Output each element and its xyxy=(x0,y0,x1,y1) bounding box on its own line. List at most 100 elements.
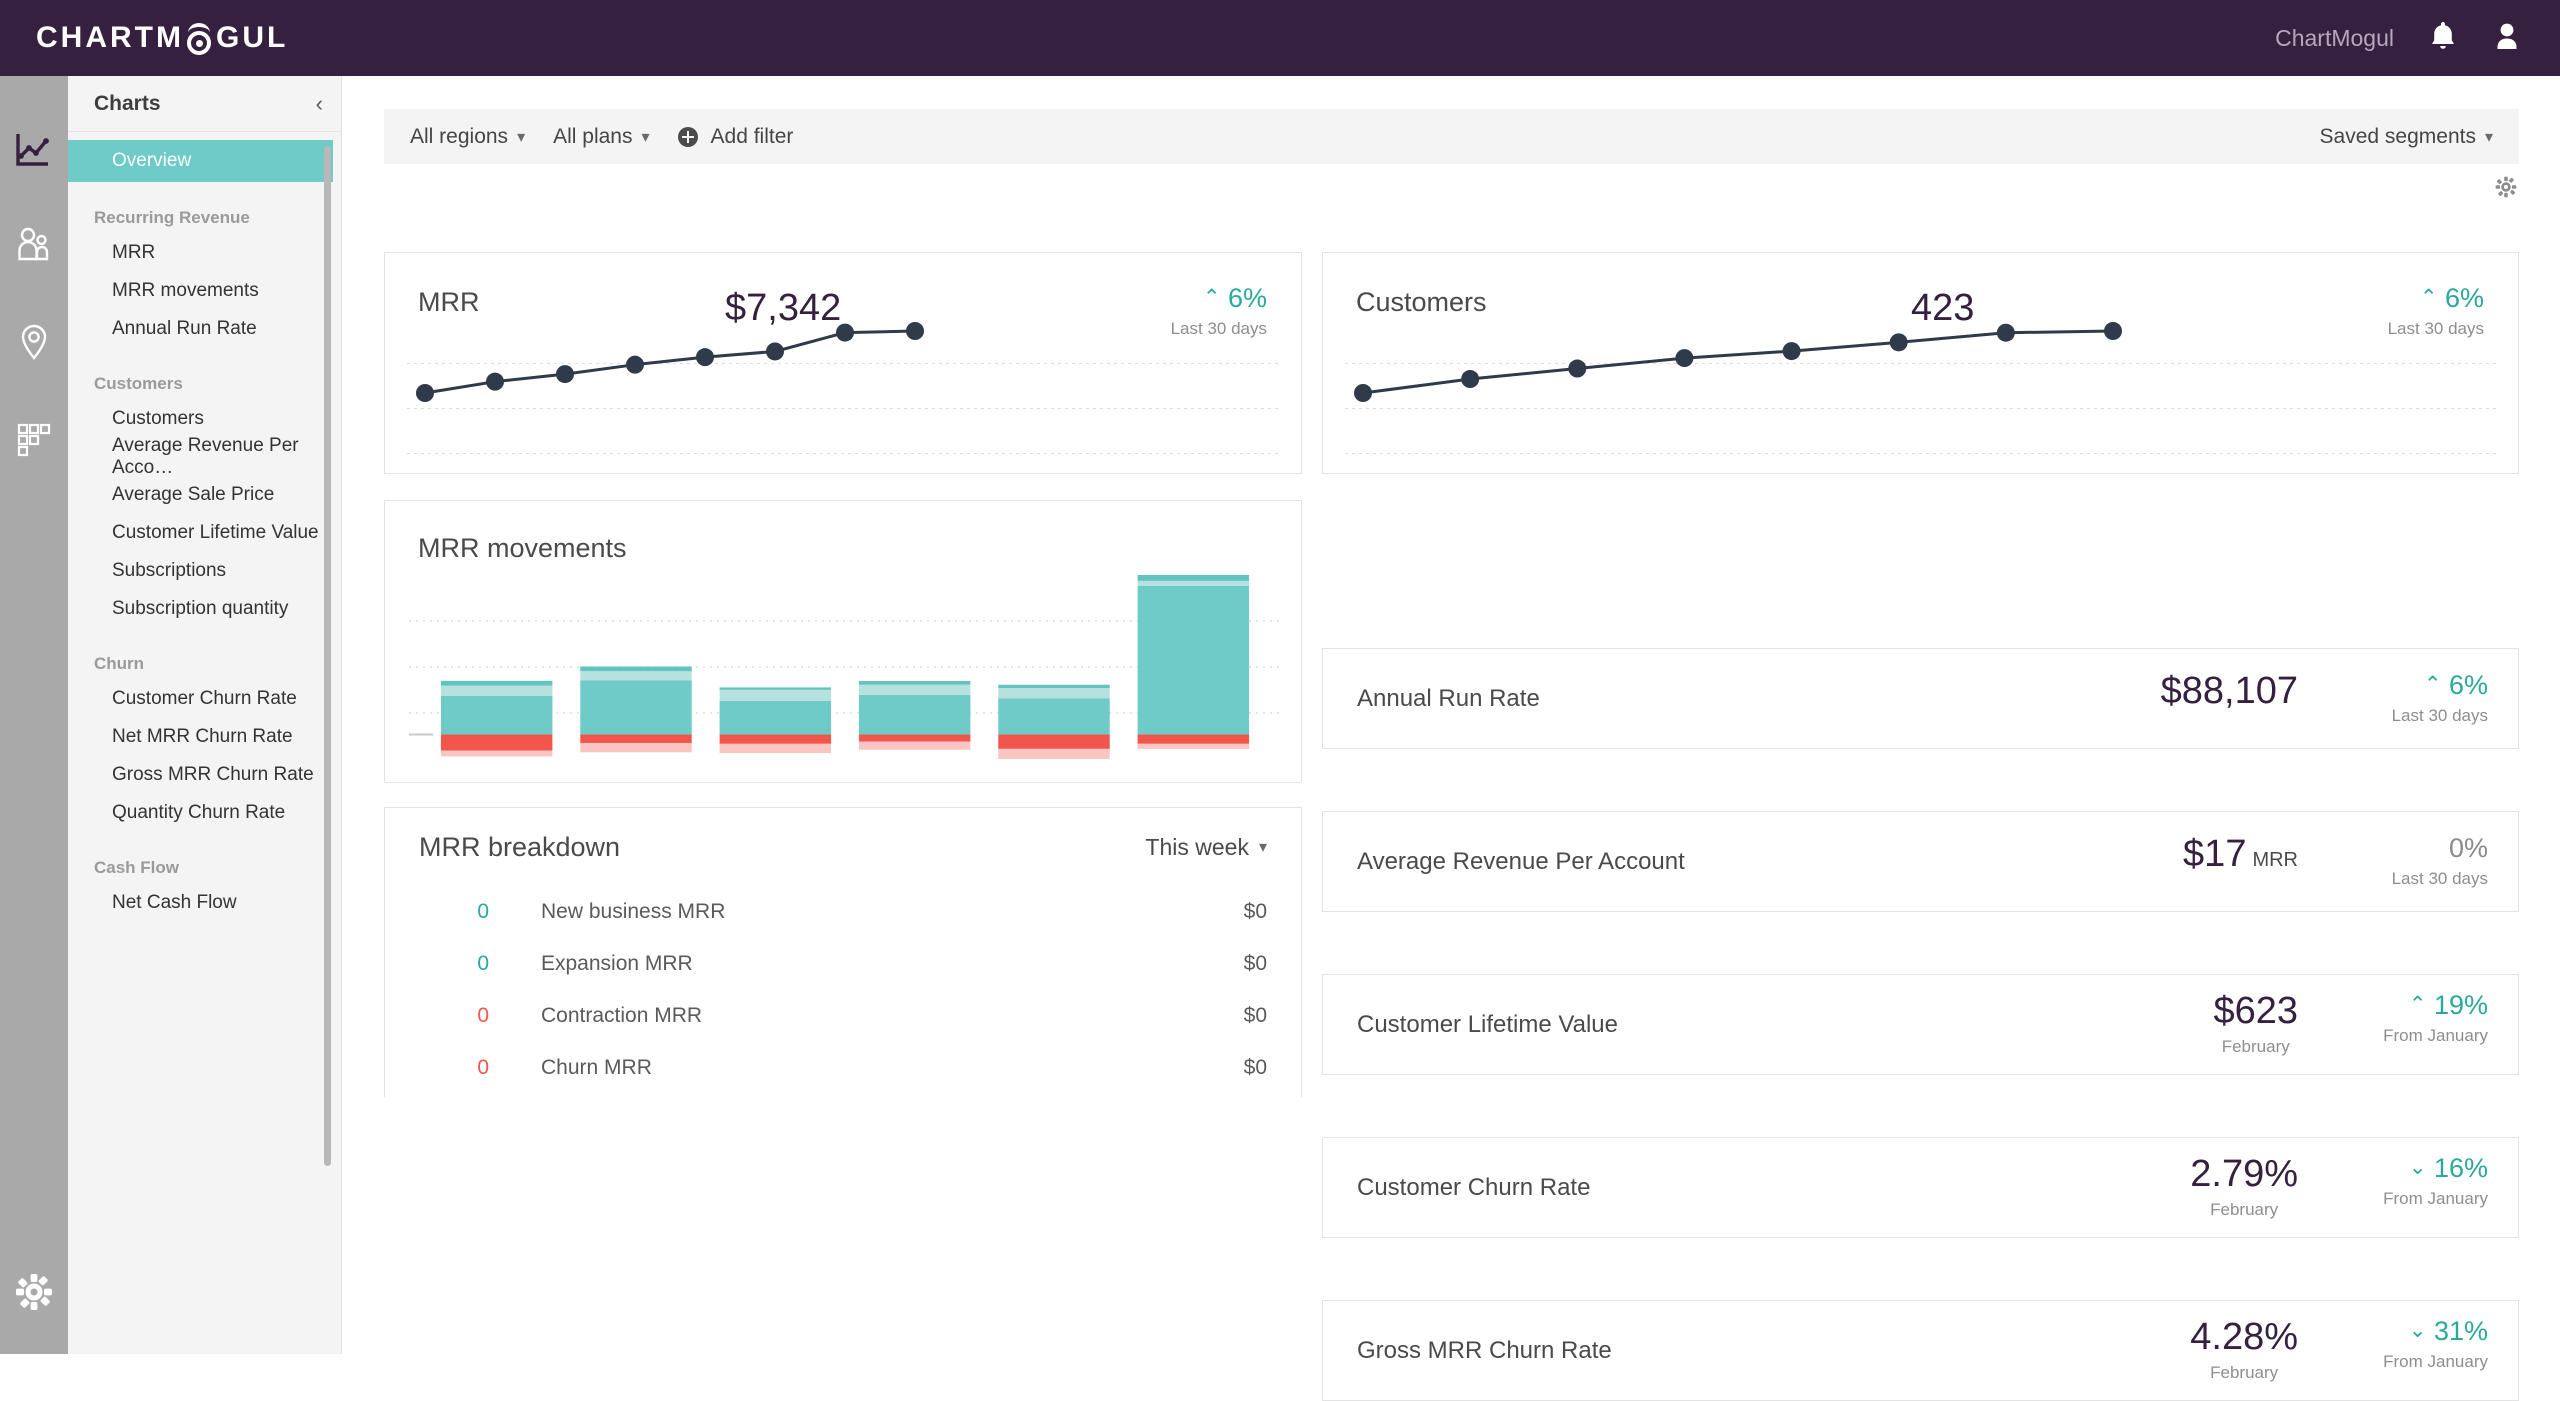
sidebar-item-mrr[interactable]: MRR xyxy=(68,234,341,272)
sidebar-item-average-sale-price[interactable]: Average Sale Price xyxy=(68,476,341,514)
metric-value: $17 xyxy=(2183,832,2247,875)
sidebar-item-label: Subscriptions xyxy=(112,560,227,581)
gear-icon xyxy=(12,1270,56,1319)
breakdown-count: 0 xyxy=(477,1004,489,1027)
people-icon xyxy=(13,225,55,272)
metric-label: Average Revenue Per Account xyxy=(1357,847,1685,875)
sidebar-item-annual-run-rate[interactable]: Annual Run Rate xyxy=(68,310,341,348)
chartmogul-logo[interactable]: CHARTM GUL xyxy=(36,21,288,55)
breakdown-period-dropdown[interactable]: This week ▾ xyxy=(1145,834,1267,861)
metric-delta: ⌄ 16% xyxy=(2409,1155,2488,1182)
filter-bar: All regions ▾ All plans ▾ Add filter Sav… xyxy=(384,109,2519,164)
breakdown-amount: $0 xyxy=(1243,952,1267,975)
line-chart-icon xyxy=(13,129,55,176)
metric-label: Customer Lifetime Value xyxy=(1357,1010,1618,1038)
mrr-movements-card[interactable]: MRR movements xyxy=(384,500,1302,783)
bell-icon[interactable] xyxy=(2428,20,2458,57)
sidebar-group-label: Recurring Revenue xyxy=(94,208,250,227)
metric-delta-sub: Last 30 days xyxy=(2391,705,2488,725)
breakdown-row-contraction-mrr: 0 Contraction MRR $0 xyxy=(385,990,1301,1042)
rail-item-charts[interactable] xyxy=(0,104,68,200)
plans-filter[interactable]: All plans ▾ xyxy=(553,125,649,149)
add-filter-button[interactable]: Add filter xyxy=(677,124,794,149)
sidebar-item-net-mrr-churn-rate[interactable]: Net MRR Churn Rate xyxy=(68,718,341,756)
sidebar-item-label: Customer Lifetime Value xyxy=(112,522,319,543)
sidebar-item-customer-lifetime-value[interactable]: Customer Lifetime Value xyxy=(68,514,341,552)
metric-delta-value: 31% xyxy=(2433,1316,2488,1346)
metric-value-sub: February xyxy=(2210,1363,2279,1382)
sidebar-item-gross-mrr-churn-rate[interactable]: Gross MRR Churn Rate xyxy=(68,756,341,794)
metric-delta: ⌄ 31% xyxy=(2409,1318,2488,1345)
sidebar-item-label: Subscription quantity xyxy=(112,598,289,619)
down-arrow-icon: ⌄ xyxy=(2408,1319,2427,1342)
metric-card-customer-churn-rate[interactable]: Customer Churn Rate 2.79% February ⌄ 16% Fro… xyxy=(1322,1137,2519,1238)
mrr-card[interactable]: MRR $7,342 ⌃ 6% Last 30 days xyxy=(384,252,1302,474)
chevron-down-icon: ▾ xyxy=(2484,128,2493,146)
customers-card[interactable]: Customers 423 ⌃ 6% Last 30 days xyxy=(1322,252,2519,474)
breakdown-count: 0 xyxy=(477,1056,489,1079)
metric-card-annual-run-rate[interactable]: Annual Run Rate $88,107 ⌃ 6% Last 30 days xyxy=(1322,648,2519,749)
chevron-down-icon: ▾ xyxy=(1258,839,1267,856)
rail-item-settings[interactable] xyxy=(0,1246,68,1342)
metric-value-suffix: MRR xyxy=(2252,848,2298,871)
regions-filter-label: All regions xyxy=(410,124,509,148)
breakdown-row-expansion-mrr: 0 Expansion MRR $0 xyxy=(385,938,1301,990)
mrr-movements-chart xyxy=(409,575,1281,759)
regions-filter[interactable]: All regions ▾ xyxy=(410,125,525,149)
user-avatar-icon[interactable] xyxy=(2492,20,2522,57)
account-name: ChartMogul xyxy=(2275,24,2394,51)
down-arrow-icon: ⌄ xyxy=(2408,1156,2427,1179)
metric-delta: ⌃ 6% xyxy=(2424,671,2488,699)
sidebar-item-subscriptions[interactable]: Subscriptions xyxy=(68,552,341,590)
saved-segments-dropdown[interactable]: Saved segments ▾ xyxy=(2320,125,2493,149)
top-bar: CHARTM GUL ChartMogul xyxy=(0,0,2560,76)
sidebar-item-label: Net Cash Flow xyxy=(112,892,237,913)
metric-delta: 0% xyxy=(2448,832,2488,863)
sidebar-item-label: Average Sale Price xyxy=(112,484,275,505)
metric-delta: ⌃ 19% xyxy=(2409,992,2488,1019)
rail-item-customers[interactable] xyxy=(0,200,68,296)
breakdown-period-label: This week xyxy=(1145,833,1249,860)
metric-value: 2.79% xyxy=(2190,1153,2298,1195)
breakdown-label: New business MRR xyxy=(541,900,726,923)
breakdown-label: Contraction MRR xyxy=(541,1004,703,1027)
sidebar-item-label: Annual Run Rate xyxy=(112,318,257,339)
rail-item-locations[interactable] xyxy=(0,296,68,392)
metric-delta-value: 0% xyxy=(2448,832,2488,863)
top-bar-right: ChartMogul xyxy=(2275,20,2522,57)
add-filter-label: Add filter xyxy=(710,124,794,148)
sidebar-item-customers[interactable]: Customers xyxy=(68,400,341,438)
metric-value: 4.28% xyxy=(2190,1316,2298,1358)
sidebar-header: Charts ‹ xyxy=(68,76,341,132)
sidebar-item-label: Quantity Churn Rate xyxy=(112,802,286,823)
sidebar-item-net-cash-flow[interactable]: Net Cash Flow xyxy=(68,884,341,922)
metric-label: Annual Run Rate xyxy=(1357,684,1540,712)
sidebar-item-mrr-movements[interactable]: MRR movements xyxy=(68,272,341,310)
metric-card-gross-mrr-churn-rate[interactable]: Gross MRR Churn Rate 4.28% February ⌄ 31% Fr… xyxy=(1322,1300,2519,1401)
location-pin-icon xyxy=(13,321,55,368)
sidebar-item-subscription-quantity[interactable]: Subscription quantity xyxy=(68,590,341,628)
sidebar-item-label: Average Revenue Per Acco… xyxy=(112,435,299,478)
metric-card-customer-lifetime-value[interactable]: Customer Lifetime Value $623 February ⌃ 19%… xyxy=(1322,974,2519,1075)
sidebar-item-quantity-churn-rate[interactable]: Quantity Churn Rate xyxy=(68,794,341,832)
sidebar-group-label: Churn xyxy=(94,654,145,673)
breakdown-label: Expansion MRR xyxy=(541,952,693,975)
sidebar-item-average-revenue-per-acco[interactable]: Average Revenue Per Acco… xyxy=(68,435,341,478)
sidebar-item-label: Customer Churn Rate xyxy=(112,688,297,709)
metric-value-sub: February xyxy=(2210,1200,2279,1219)
metric-card-average-revenue-per-account[interactable]: Average Revenue Per Account $17 MRR 0% Last … xyxy=(1322,811,2519,912)
sidebar-title: Charts xyxy=(94,91,161,115)
metric-delta-sub: From January xyxy=(2383,1352,2488,1371)
mrr-breakdown-card[interactable]: MRR breakdown This week ▾ 0 New business … xyxy=(384,807,1302,1097)
breakdown-count: 0 xyxy=(477,900,489,923)
rail-item-dashboards[interactable] xyxy=(0,392,68,488)
sidebar-item-overview[interactable]: Overview xyxy=(68,140,333,182)
logo-text-left: CHARTM xyxy=(36,21,184,54)
sidebar-scrollbar-thumb[interactable] xyxy=(324,146,331,1166)
chart-settings-button[interactable] xyxy=(2493,174,2519,205)
mrr-sparkline xyxy=(416,322,924,402)
breakdown-amount: $0 xyxy=(1243,900,1267,923)
sidebar-item-customer-churn-rate[interactable]: Customer Churn Rate xyxy=(68,680,341,718)
breakdown-amount: $0 xyxy=(1243,1004,1267,1027)
chevron-left-icon[interactable]: ‹ xyxy=(316,91,323,117)
